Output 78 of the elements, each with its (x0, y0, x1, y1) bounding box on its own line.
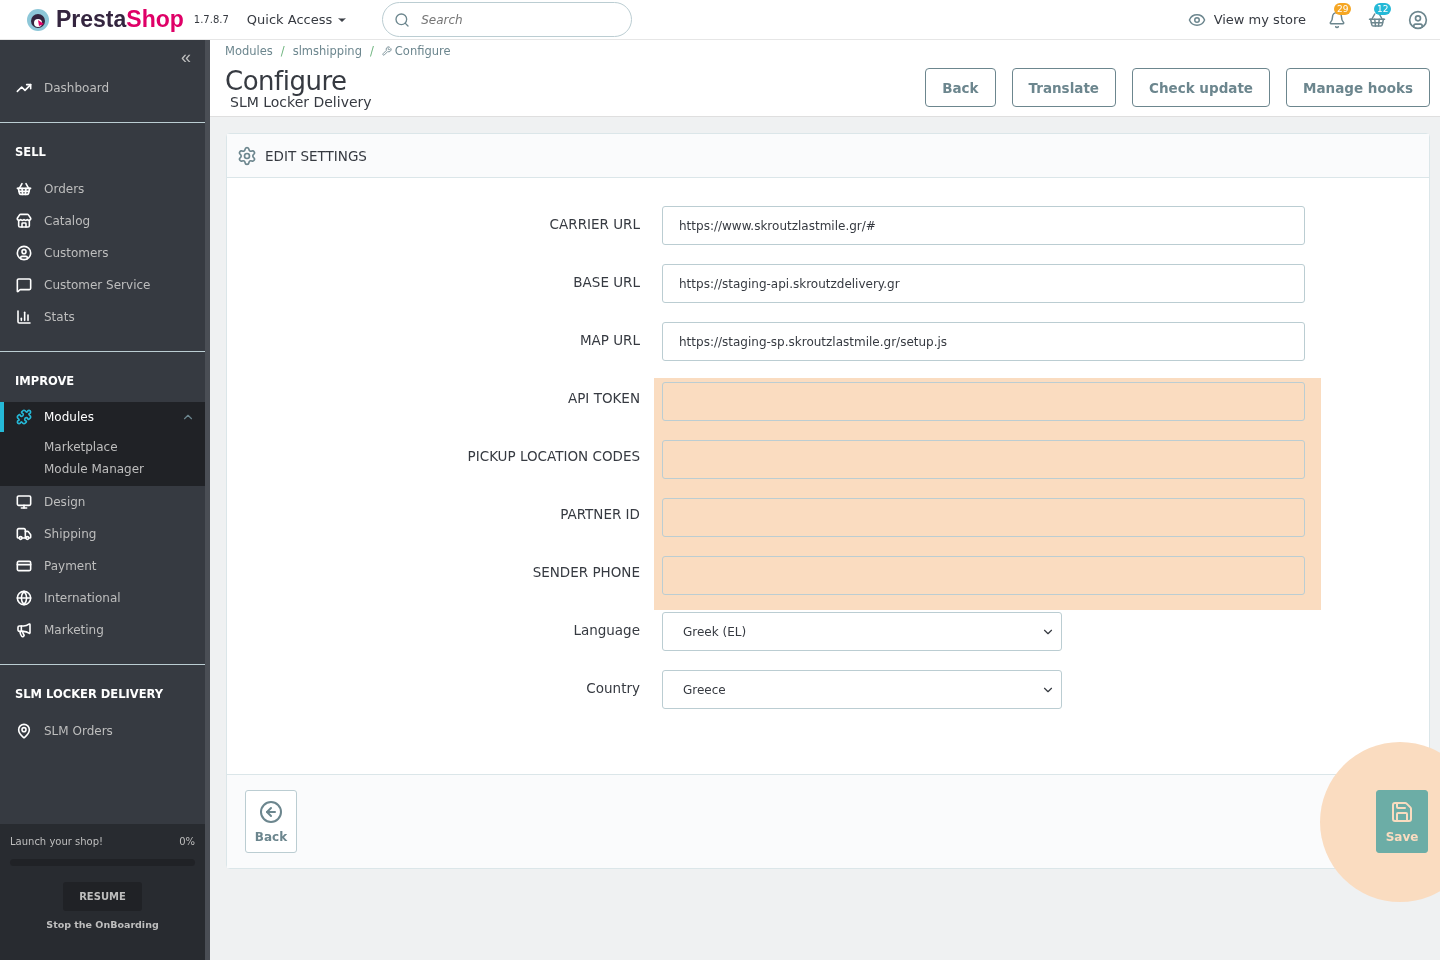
onboarding-label: Launch your shop! (10, 836, 104, 847)
sidebar-item[interactable]: Shipping (0, 518, 205, 550)
select-field[interactable]: Greek (EL) (662, 612, 1062, 651)
input-field[interactable]: https://www.skroutzlastmile.gr/# (662, 206, 1305, 245)
menu-icon (16, 622, 32, 638)
collapse-button[interactable]: « (181, 48, 191, 66)
menu-icon (16, 494, 32, 510)
menu-icon (16, 723, 32, 739)
menu-icon (16, 213, 32, 229)
section-title: SELL (14, 145, 47, 159)
sidebar-item[interactable]: International (0, 582, 205, 614)
toolbar-button[interactable]: Translate (1011, 68, 1116, 107)
search-field[interactable]: Search (382, 2, 633, 37)
select-field[interactable]: Greece (662, 670, 1062, 709)
view-store-link[interactable]: View my store (1187, 10, 1306, 29)
stop-onboarding-link[interactable]: Stop the OnBoarding (46, 919, 159, 930)
page-subtitle: SLM Locker Delivery (230, 94, 372, 110)
breadcrumb-separator: / (280, 44, 285, 58)
wrench-icon (381, 46, 392, 56)
toolbar-button[interactable]: Back (925, 68, 996, 107)
sidebar-item[interactable]: Design (0, 486, 205, 518)
logo-icon (26, 7, 50, 32)
breadcrumb-link[interactable]: Modules (225, 44, 273, 58)
field-label: API TOKEN (567, 389, 640, 406)
menu-icon (16, 590, 32, 606)
progress-percent: 0% (179, 836, 195, 847)
field-label: PARTNER ID (559, 505, 640, 522)
toolbar-button[interactable]: Manage hooks (1286, 68, 1430, 107)
search-icon (394, 12, 411, 28)
breadcrumb-link[interactable]: slmshipping (292, 44, 362, 58)
menu-icon (16, 526, 32, 542)
menu-icon (16, 245, 32, 261)
section-title: IMPROVE (14, 374, 76, 388)
user-icon[interactable] (1408, 9, 1428, 30)
panel-title: EDIT SETTINGS (265, 147, 367, 164)
brand-logo: PrestaShop (26, 6, 184, 33)
sidebar-item[interactable]: Customers (0, 237, 205, 269)
field-label: Country (585, 679, 640, 696)
input-field[interactable]: https://staging-api.skroutzdelivery.gr (662, 264, 1305, 303)
resume-button[interactable]: RESUME (63, 882, 142, 911)
sidebar-item[interactable]: Catalog (0, 205, 205, 237)
sidebar-item[interactable]: Payment (0, 550, 205, 582)
count-badge: 12 (1374, 2, 1392, 15)
sidebar-item[interactable]: Dashboard (0, 72, 205, 104)
field-label: PICKUP LOCATION CODES (466, 447, 640, 464)
submenu-item[interactable]: Marketplace (0, 436, 205, 458)
count-badge: 29 (1334, 2, 1352, 15)
field-label: BASE URL (572, 273, 640, 290)
arrow-left-icon (259, 799, 283, 824)
field-label: Language (572, 621, 640, 638)
menu-icon (16, 277, 32, 293)
breadcrumb-link[interactable]: Configure (381, 44, 451, 58)
toolbar-button[interactable]: Check update (1132, 68, 1271, 107)
breadcrumb-separator: / (369, 44, 374, 58)
quick-access-menu[interactable]: Quick Access (246, 12, 349, 27)
sidebar-item[interactable]: Orders (0, 173, 205, 205)
sidebar-item[interactable]: Modules (0, 402, 205, 432)
sidebar-item[interactable]: Marketing (0, 614, 205, 646)
menu-icon (16, 409, 32, 425)
back-button[interactable]: Back (245, 790, 297, 853)
input-field[interactable]: https://staging-sp.skroutzlastmile.gr/setup.js (662, 322, 1305, 361)
input-field[interactable] (662, 440, 1305, 479)
input-field[interactable] (662, 556, 1305, 595)
menu-icon (16, 558, 32, 574)
field-label: MAP URL (578, 331, 640, 348)
sidebar-item[interactable]: Customer Service (0, 269, 205, 301)
sidebar-item[interactable]: SLM Orders (0, 715, 205, 747)
section-title: SLM LOCKER DELIVERY (14, 687, 165, 701)
menu-icon (16, 181, 32, 197)
bell-icon[interactable] (1328, 10, 1346, 29)
version-label: 1.7.8.7 (193, 14, 229, 25)
sidebar-item[interactable]: Stats (0, 301, 205, 333)
input-field[interactable] (662, 498, 1305, 537)
input-field[interactable] (662, 382, 1305, 421)
field-label: CARRIER URL (548, 215, 640, 232)
field-label: SENDER PHONE (531, 563, 640, 580)
submenu-item[interactable]: Module Manager (0, 458, 205, 480)
menu-icon (16, 309, 32, 325)
